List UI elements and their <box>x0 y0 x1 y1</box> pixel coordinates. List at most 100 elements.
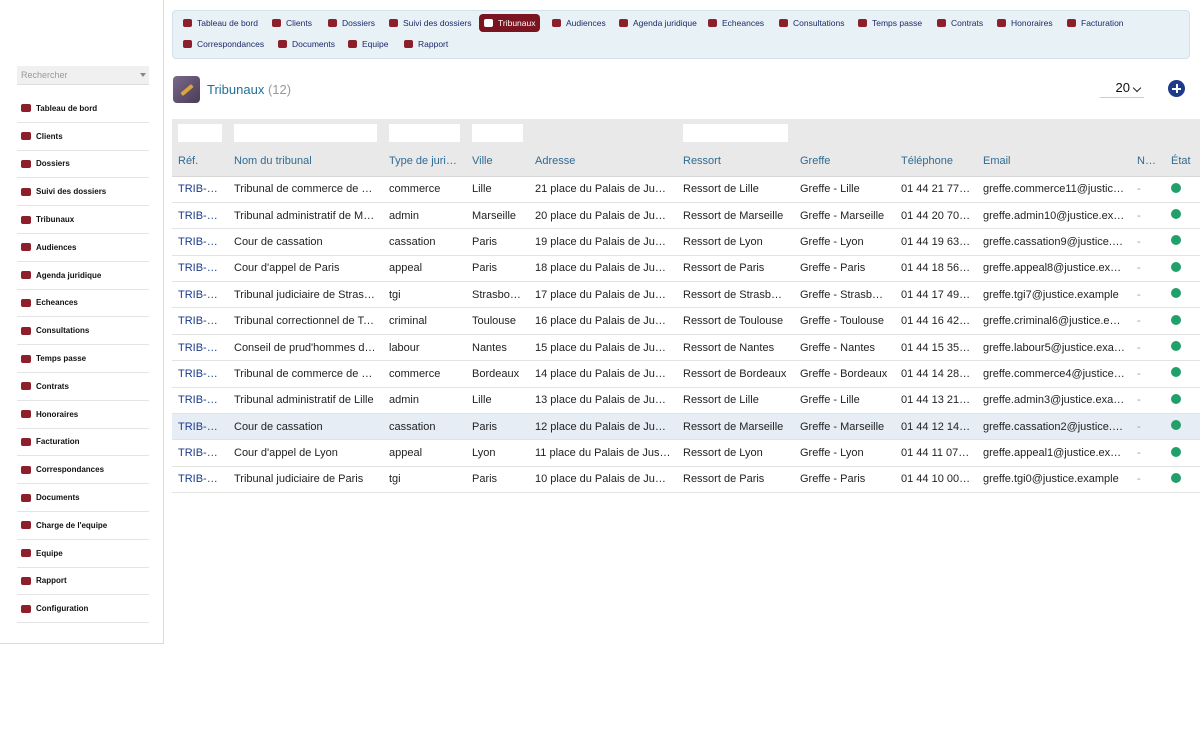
table-row[interactable]: TRIB-012 Tribunal de commerce de Lille com… <box>172 176 1200 203</box>
cell-tel: 01 44 21 77 00 <box>895 176 977 203</box>
filter-type-input[interactable] <box>389 123 460 142</box>
nav-equipe[interactable]: Equipe <box>343 35 393 53</box>
status-dot-icon <box>1171 472 1181 483</box>
column-header[interactable]: Nom du tribunal <box>228 146 383 177</box>
cell-tel: 01 44 13 21 00 <box>895 387 977 415</box>
chevron-down-icon[interactable] <box>140 73 146 77</box>
sidebar-item-echeances[interactable]: Echeances <box>17 290 149 318</box>
nav-agenda-juridique[interactable]: Agenda juridique <box>614 14 702 32</box>
sidebar-item-configuration[interactable]: Configuration <box>17 595 149 624</box>
column-header[interactable]: Ville <box>466 146 529 177</box>
table-row[interactable]: TRIB-009 Cour d'appel de Paris appeal Paris… <box>172 255 1200 283</box>
nav-tribunaux[interactable]: Tribunaux <box>479 14 541 32</box>
cell-ref[interactable]: TRIB-006 <box>172 334 228 362</box>
sidebar-item-honoraires[interactable]: Honoraires <box>17 401 149 429</box>
table-row[interactable]: TRIB-003 Cour de cassation cassation Paris 1… <box>172 413 1200 441</box>
sidebar-item-equipe[interactable]: Equipe <box>17 540 149 568</box>
column-header[interactable]: Note <box>1131 146 1165 177</box>
nav-temps-passe[interactable]: Temps passe <box>853 14 927 32</box>
table-row[interactable]: TRIB-010 Cour de cassation cassation Paris 1… <box>172 228 1200 256</box>
filter-nom-input[interactable] <box>234 123 377 142</box>
cell-ref[interactable]: TRIB-011 <box>172 202 228 230</box>
cell-ref[interactable]: TRIB-009 <box>172 255 228 283</box>
table-row[interactable]: TRIB-006Conseil de prud'hommes de Nantes… <box>172 334 1200 362</box>
sidebar-item-consultations[interactable]: Consultations <box>17 317 149 346</box>
sidebar-item-audiences[interactable]: Audiences <box>17 234 149 262</box>
column-header[interactable]: Email <box>977 146 1131 177</box>
cell-ref[interactable]: TRIB-001 <box>172 466 228 494</box>
nav-documents[interactable]: Documents <box>273 35 340 53</box>
column-header[interactable]: Greffe <box>794 146 895 177</box>
nav-label: Suivi des dossiers <box>403 18 472 28</box>
sidebar-item-temps-passe[interactable]: Temps passe <box>17 345 149 373</box>
sidebar-item-tribunaux[interactable]: Tribunaux <box>17 206 149 234</box>
search-input[interactable]: Rechercher <box>17 66 149 85</box>
filter-ressort-input[interactable] <box>683 123 788 142</box>
cell-type: tgi <box>383 281 466 309</box>
cell-ref[interactable]: TRIB-007 <box>172 307 228 335</box>
sidebar-item-facturation[interactable]: Facturation <box>17 429 149 457</box>
nav-honoraires[interactable]: Honoraires <box>992 14 1058 32</box>
file-invoice-icon <box>21 437 31 446</box>
nav-dossiers[interactable]: Dossiers <box>323 14 380 32</box>
cell-ref[interactable]: TRIB-004 <box>172 387 228 415</box>
cell-ref[interactable]: TRIB-002 <box>172 439 228 467</box>
table-row[interactable]: TRIB-011 Tribunal administratif de Marsei… <box>172 202 1200 230</box>
cell-ref[interactable]: TRIB-003 <box>172 413 228 441</box>
sidebar-item-documents[interactable]: Documents <box>17 484 149 512</box>
nav-tableau-de-bord[interactable]: Tableau de bord <box>178 14 263 32</box>
cell-ressort: Ressort de Paris <box>677 466 794 494</box>
sidebar-item-charge-equipe[interactable]: Charge de l'equipe <box>17 512 149 540</box>
calendar-icon <box>21 271 31 280</box>
nav-label: Correspondances <box>197 39 265 49</box>
nav-contrats[interactable]: Contrats <box>932 14 988 32</box>
nav-correspondances[interactable]: Correspondances <box>178 35 269 53</box>
column-header[interactable]: Réf. <box>172 146 228 177</box>
sidebar-item-clients[interactable]: Clients <box>17 123 149 151</box>
sidebar-item-suivi-des-dossiers[interactable]: Suivi des dossiers <box>17 178 149 207</box>
cell-note: - <box>1131 176 1165 203</box>
columns-icon <box>21 187 31 196</box>
column-header[interactable]: Type de juridiction <box>383 146 466 177</box>
table-row[interactable]: TRIB-004 Tribunal administratif de Lille a… <box>172 387 1200 415</box>
cell-nom: Cour de cassation <box>228 228 383 256</box>
table-row[interactable]: TRIB-007Tribunal correctionnel de Toulou… <box>172 307 1200 335</box>
nav-facturation[interactable]: Facturation <box>1062 14 1129 32</box>
table-row[interactable]: TRIB-001 Tribunal judiciaire de Paris tgi P… <box>172 466 1200 494</box>
cell-ref[interactable]: TRIB-008 <box>172 281 228 309</box>
top-navigation: Tableau de bord Clients Dossiers Suivi des … <box>172 10 1190 59</box>
sidebar-item-tableau-de-bord[interactable]: Tableau de bord <box>17 95 149 123</box>
sidebar-item-rapport[interactable]: Rapport <box>17 568 149 596</box>
sidebar-item-contrats[interactable]: Contrats <box>17 373 149 401</box>
column-header[interactable]: Adresse <box>529 146 677 177</box>
filter-ref-input[interactable] <box>178 123 222 142</box>
add-button[interactable] <box>1168 80 1185 97</box>
cell-ref[interactable]: TRIB-012 <box>172 176 228 203</box>
cell-ref[interactable]: TRIB-005 <box>172 360 228 388</box>
cell-greffe: Greffe - Strasbourg <box>794 281 895 309</box>
cell-ressort: Ressort de Lyon <box>677 439 794 467</box>
column-header[interactable]: Ressort <box>677 146 794 177</box>
nav-audiences[interactable]: Audiences <box>547 14 611 32</box>
cell-ville: Lille <box>466 176 529 203</box>
cell-etat <box>1165 228 1200 256</box>
cell-nom: Cour d'appel de Paris <box>228 255 383 283</box>
nav-clients[interactable]: Clients <box>267 14 317 32</box>
nav-consultations[interactable]: Consultations <box>774 14 850 32</box>
table-row[interactable]: TRIB-008 Tribunal judiciaire de Strasbour… <box>172 281 1200 309</box>
nav-echeances[interactable]: Echeances <box>703 14 769 32</box>
nav-label: Temps passe <box>872 18 923 28</box>
sidebar-item-correspondances[interactable]: Correspondances <box>17 456 149 485</box>
sidebar-item-agenda-juridique[interactable]: Agenda juridique <box>17 262 149 290</box>
sidebar-item-dossiers[interactable]: Dossiers <box>17 151 149 179</box>
nav-suivi-des-dossiers[interactable]: Suivi des dossiers <box>384 14 477 32</box>
cell-note: - <box>1131 360 1165 388</box>
cell-ref[interactable]: TRIB-010 <box>172 228 228 256</box>
sidebar-menu: Tableau de bord Clients Dossiers Suivi des … <box>17 95 149 624</box>
table-row[interactable]: TRIB-005Tribunal de commerce de Bordeaux… <box>172 360 1200 388</box>
column-header[interactable]: Téléphone <box>895 146 977 177</box>
filter-ville-input[interactable] <box>472 123 523 142</box>
nav-rapport[interactable]: Rapport <box>399 35 453 53</box>
column-header[interactable]: État <box>1165 146 1200 177</box>
table-row[interactable]: TRIB-002 Cour d'appel de Lyon appeal Lyon 11… <box>172 439 1200 467</box>
